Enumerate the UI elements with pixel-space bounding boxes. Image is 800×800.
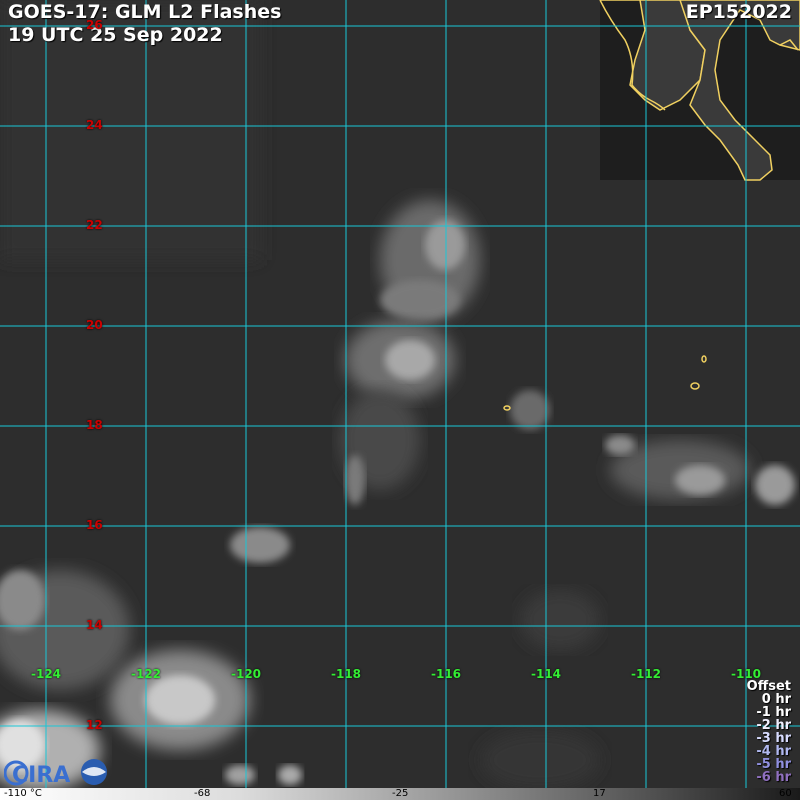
lat-label-14: 14 bbox=[86, 618, 103, 632]
lat-label-12: 12 bbox=[86, 718, 103, 732]
lon-label-116: -116 bbox=[431, 667, 462, 681]
colorbar-label-min: -110 °C bbox=[4, 788, 42, 799]
logo-text: CIRA bbox=[12, 763, 70, 788]
lat-label-26: 26 bbox=[86, 18, 103, 32]
lon-label-120: -120 bbox=[231, 667, 262, 681]
lon-label-124: -124 bbox=[31, 667, 62, 681]
lon-label-112: -112 bbox=[631, 667, 662, 681]
cira-logo: CIRA bbox=[3, 758, 109, 792]
lat-label-16: 16 bbox=[86, 518, 103, 532]
lat-label-22: 22 bbox=[86, 218, 103, 232]
colorbar-label-3: -25 bbox=[392, 788, 409, 799]
lon-label-122: -122 bbox=[131, 667, 162, 681]
lat-label-18: 18 bbox=[86, 418, 103, 432]
colorbar-label-2: -68 bbox=[194, 788, 211, 799]
observation-datetime: 19 UTC 25 Sep 2022 bbox=[8, 24, 223, 46]
satellite-map bbox=[0, 0, 800, 800]
product-title: GOES-17: GLM L2 Flashes bbox=[8, 1, 282, 23]
colorbar-label-4: 17 bbox=[593, 788, 606, 799]
offset-6hr: -6 hr bbox=[756, 770, 791, 785]
lon-label-118: -118 bbox=[331, 667, 362, 681]
storm-id: EP152022 bbox=[685, 1, 792, 23]
lat-label-20: 20 bbox=[86, 318, 103, 332]
lon-label-114: -114 bbox=[531, 667, 562, 681]
colorbar-label-max: 60 bbox=[779, 788, 792, 799]
lat-label-24: 24 bbox=[86, 118, 103, 132]
